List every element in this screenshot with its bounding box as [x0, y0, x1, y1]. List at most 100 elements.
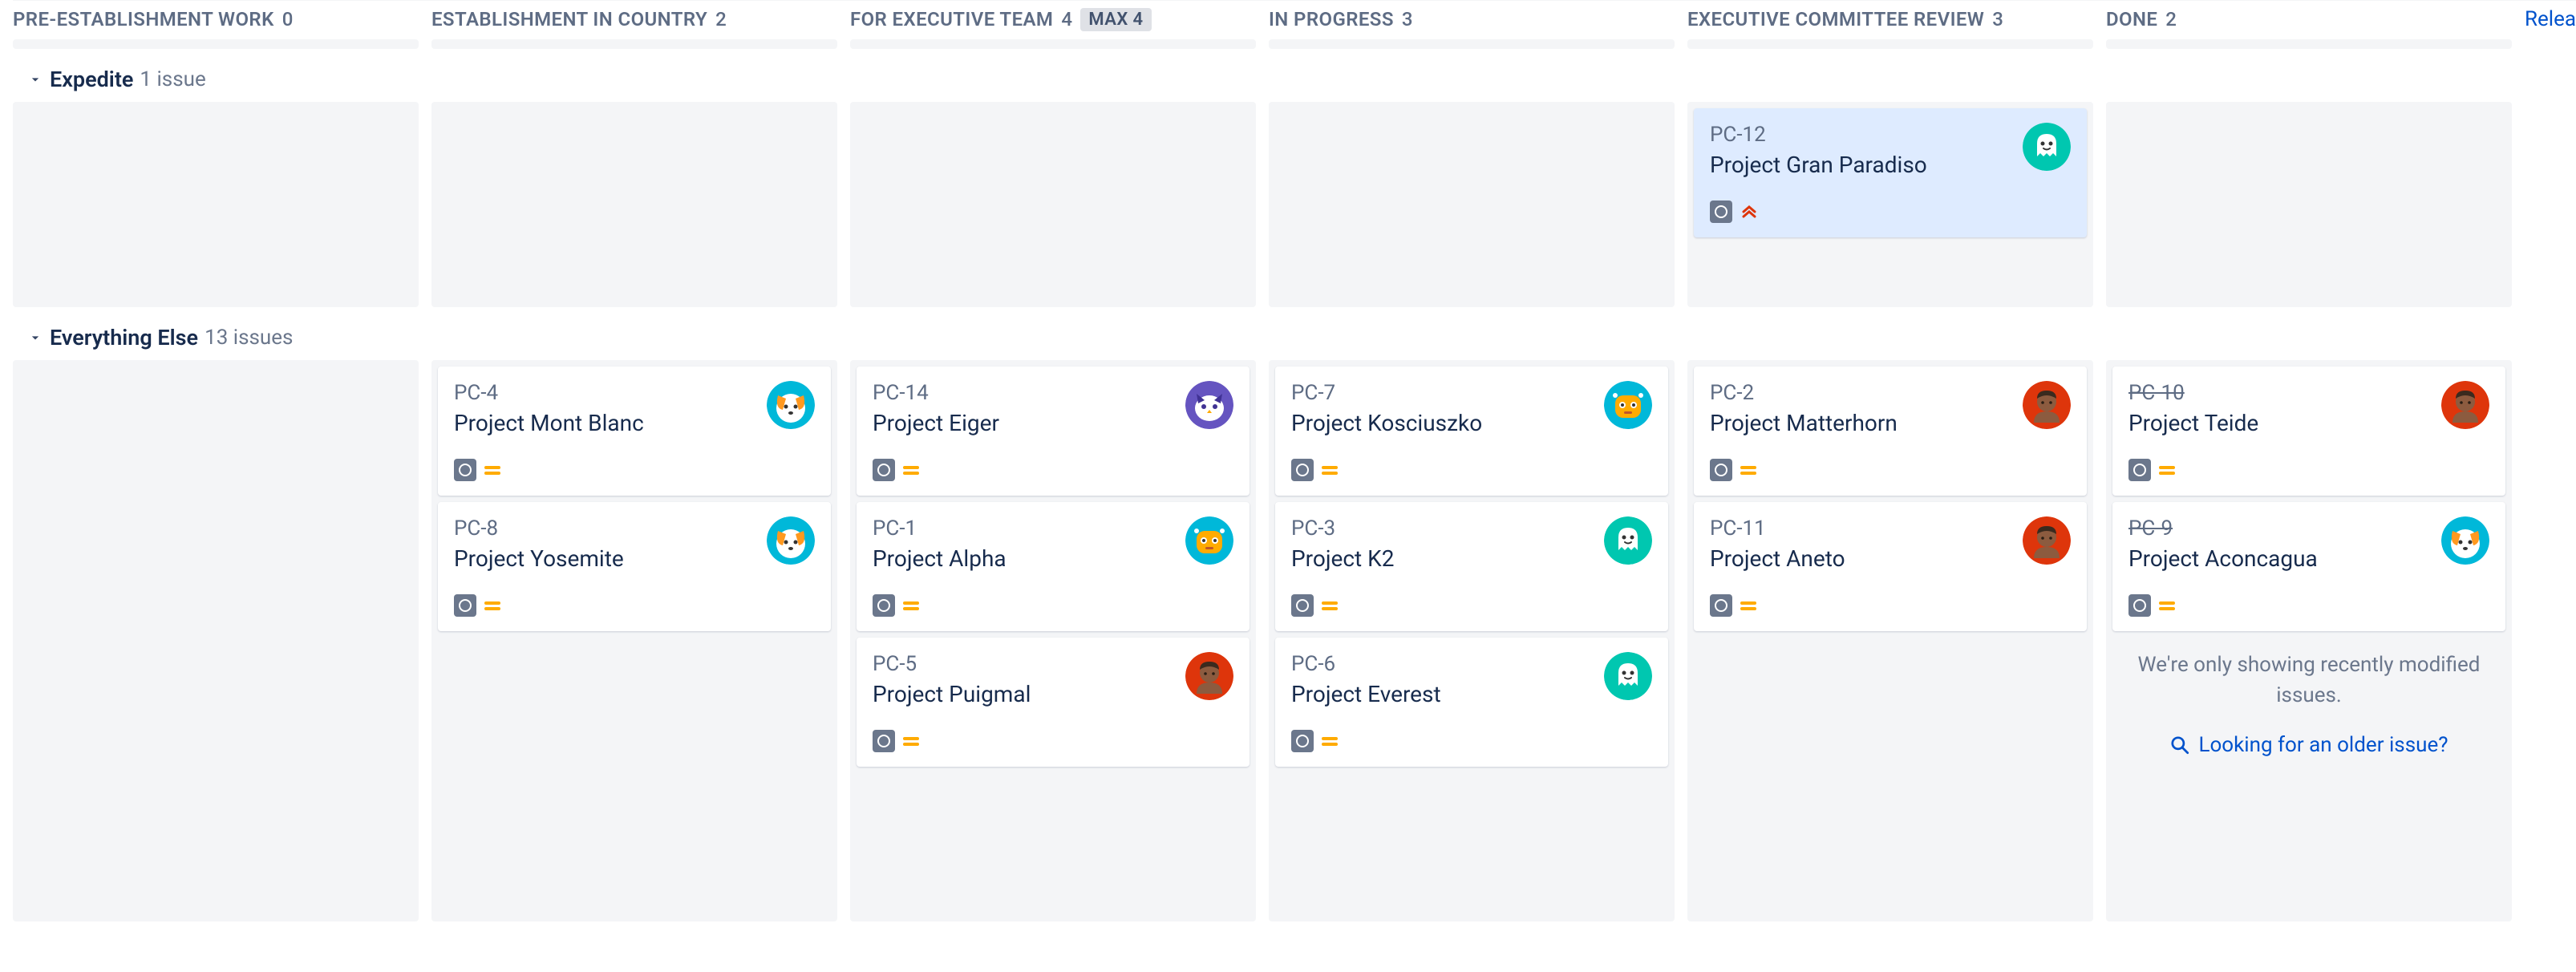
assignee-avatar — [2441, 381, 2489, 429]
lane-cell-pre[interactable] — [13, 360, 419, 921]
issue-card[interactable]: PC-14 Project Eiger — [857, 367, 1250, 496]
issue-title: Project Eiger — [873, 410, 999, 436]
issue-type-icon — [454, 459, 476, 481]
column-header-committee-review[interactable]: EXECUTIVE COMMITTEE REVIEW 3 — [1687, 8, 2093, 30]
issue-card[interactable]: PC-7 Project Kosciuszko — [1275, 367, 1668, 496]
issue-type-icon — [873, 730, 895, 752]
issue-card[interactable]: PC-8 Project Yosemite — [438, 502, 831, 631]
assignee-avatar — [767, 381, 815, 429]
lane-cell-in-progress[interactable]: PC-7 Project Kosciuszko PC-3 Project K2 — [1269, 360, 1675, 921]
issue-title: Project Teide — [2128, 410, 2258, 436]
kanban-board: PRE-ESTABLISHMENT WORK 0 ESTABLISHMENT I… — [0, 0, 2576, 921]
column-header-done[interactable]: DONE 2 — [2106, 8, 2512, 30]
column-header-in-progress[interactable]: IN PROGRESS 3 — [1269, 8, 1675, 30]
column-headers: PRE-ESTABLISHMENT WORK 0 ESTABLISHMENT I… — [13, 0, 2576, 39]
issue-title: Project K2 — [1291, 545, 1394, 572]
chevron-down-icon — [27, 330, 43, 346]
priority-high-icon — [1740, 201, 1758, 222]
issue-card[interactable]: PC-11 Project Aneto — [1694, 502, 2087, 631]
assignee-avatar — [1185, 381, 1233, 429]
issue-card[interactable]: PC-3 Project K2 — [1275, 502, 1668, 631]
column-header-executive-team[interactable]: FOR EXECUTIVE TEAM 4 MAX 4 — [850, 8, 1256, 31]
issue-key: PC-3 — [1291, 516, 1394, 541]
issue-title: Project Everest — [1291, 681, 1441, 707]
issue-title: Project Puigmal — [873, 681, 1031, 707]
assignee-avatar — [2441, 516, 2489, 565]
priority-medium-icon — [903, 737, 919, 746]
column-label: EXECUTIVE COMMITTEE REVIEW — [1687, 8, 1984, 30]
issue-key: PC-8 — [454, 516, 624, 541]
issue-title: Project Kosciuszko — [1291, 410, 1482, 436]
assignee-avatar — [1185, 516, 1233, 565]
column-label: DONE — [2106, 8, 2157, 30]
swimlane-strip — [13, 39, 2576, 60]
column-header-pre-establishment[interactable]: PRE-ESTABLISHMENT WORK 0 — [13, 8, 419, 30]
issue-key: PC-1 — [873, 516, 1007, 541]
column-label: IN PROGRESS — [1269, 8, 1394, 30]
assignee-avatar — [2023, 516, 2071, 565]
issue-type-icon — [2128, 594, 2151, 617]
priority-medium-icon — [1322, 737, 1338, 746]
lane-cell-pre[interactable] — [13, 102, 419, 307]
issue-type-icon — [1710, 594, 1732, 617]
lane-cell-establishment[interactable]: PC-4 Project Mont Blanc PC-8 Project Yos… — [431, 360, 837, 921]
lane-cell-executive-team[interactable]: PC-14 Project Eiger PC-1 Project Alpha — [850, 360, 1256, 921]
swimlane-expedite: PC-12 Project Gran Paradiso — [13, 102, 2576, 307]
priority-medium-icon — [1322, 466, 1338, 475]
priority-medium-icon — [484, 466, 500, 475]
column-label: ESTABLISHMENT IN COUNTRY — [431, 8, 707, 30]
issue-card[interactable]: PC-6 Project Everest — [1275, 638, 1668, 767]
lane-cell-in-progress[interactable] — [1269, 102, 1675, 307]
issue-type-icon — [1710, 200, 1732, 223]
swimlane-name: Everything Else — [50, 325, 198, 350]
issue-card[interactable]: PC-4 Project Mont Blanc — [438, 367, 831, 496]
search-icon — [2169, 735, 2190, 755]
assignee-avatar — [2023, 123, 2071, 171]
issue-title: Project Aconcagua — [2128, 545, 2318, 572]
issue-title: Project Matterhorn — [1710, 410, 1898, 436]
older-issue-label: Looking for an older issue? — [2198, 733, 2448, 757]
lane-cell-done[interactable] — [2106, 102, 2512, 307]
issue-card[interactable]: PC-2 Project Matterhorn — [1694, 367, 2087, 496]
lane-cell-done[interactable]: PC-10 Project Teide PC-9 Project Aconcag… — [2106, 360, 2512, 921]
issue-type-icon — [873, 594, 895, 617]
swimlane-header-everything[interactable]: Everything Else 13 issues — [13, 318, 2576, 360]
assignee-avatar — [1185, 652, 1233, 700]
swimlane-header-expedite[interactable]: Expedite 1 issue — [13, 60, 2576, 102]
priority-medium-icon — [903, 466, 919, 475]
issue-card[interactable]: PC-10 Project Teide — [2112, 367, 2505, 496]
column-label: FOR EXECUTIVE TEAM — [850, 8, 1053, 30]
priority-medium-icon — [2159, 466, 2175, 475]
lane-cell-review[interactable]: PC-12 Project Gran Paradiso — [1687, 102, 2093, 307]
priority-medium-icon — [2159, 601, 2175, 610]
column-count: 2 — [2165, 8, 2177, 30]
issue-key: PC-12 — [1710, 123, 1927, 147]
assignee-avatar — [1604, 381, 1652, 429]
issue-title: Project Mont Blanc — [454, 410, 644, 436]
assignee-avatar — [1604, 652, 1652, 700]
older-issue-link[interactable]: Looking for an older issue? — [2112, 727, 2505, 757]
issue-type-icon — [454, 594, 476, 617]
issue-card[interactable]: PC-9 Project Aconcagua — [2112, 502, 2505, 631]
release-link[interactable]: Release… — [2525, 7, 2576, 31]
priority-medium-icon — [1322, 601, 1338, 610]
done-footer-message: We're only showing recently modified iss… — [2112, 638, 2505, 720]
swimlane-name: Expedite — [50, 67, 133, 92]
issue-type-icon — [1291, 594, 1314, 617]
lane-cell-executive-team[interactable] — [850, 102, 1256, 307]
issue-card[interactable]: PC-12 Project Gran Paradiso — [1694, 108, 2087, 237]
issue-card[interactable]: PC-5 Project Puigmal — [857, 638, 1250, 767]
issue-card[interactable]: PC-1 Project Alpha — [857, 502, 1250, 631]
lane-cell-review[interactable]: PC-2 Project Matterhorn PC-11 Project An… — [1687, 360, 2093, 921]
issue-title: Project Aneto — [1710, 545, 1845, 572]
column-count: 4 — [1061, 8, 1072, 30]
issue-key: PC-11 — [1710, 516, 1845, 541]
column-count: 3 — [1992, 8, 2003, 30]
issue-type-icon — [1710, 459, 1732, 481]
lane-cell-establishment[interactable] — [431, 102, 837, 307]
issue-title: Project Alpha — [873, 545, 1007, 572]
column-count: 0 — [282, 8, 294, 30]
priority-medium-icon — [903, 601, 919, 610]
priority-medium-icon — [1740, 601, 1756, 610]
column-header-establishment[interactable]: ESTABLISHMENT IN COUNTRY 2 — [431, 8, 837, 30]
